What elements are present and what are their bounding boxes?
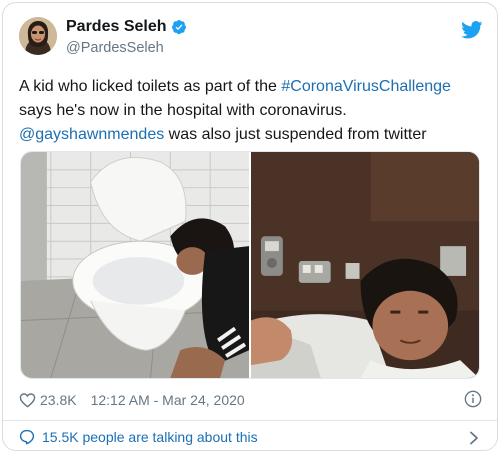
tweet-line-3: @gayshawnmendes was also just suspended … (19, 123, 484, 147)
avatar-image (19, 17, 57, 55)
tweet-header: Pardes Seleh @PardesSeleh (3, 3, 497, 73)
media-photo-hospital[interactable] (251, 152, 479, 378)
tweet-text-segment: A kid who licked toilets as part of the (19, 78, 282, 95)
media-photo-toilet[interactable] (21, 152, 249, 378)
tweet-line-1: A kid who licked toilets as part of the … (19, 75, 484, 99)
tweet-text: A kid who licked toilets as part of the … (19, 75, 484, 147)
mention-link[interactable]: @gayshawnmendes (19, 126, 164, 143)
photo-hospital-image (251, 152, 479, 378)
heart-icon (19, 393, 36, 408)
conversation-link[interactable]: 15.5K people are talking about this (3, 421, 497, 450)
twitter-bird-icon[interactable] (461, 21, 483, 39)
photo-toilet-image (21, 152, 249, 378)
like-count: 23.8K (40, 392, 77, 408)
author-display-name[interactable]: Pardes Seleh (66, 18, 167, 36)
info-icon[interactable] (464, 390, 482, 408)
tweet-meta-row: 23.8K 12:12 AM - Mar 24, 2020 (19, 390, 484, 410)
speech-bubble-icon (19, 429, 35, 444)
chevron-right-icon (470, 431, 478, 445)
verified-badge-icon (171, 20, 186, 35)
tweet-text-segment: was also just suspended from twitter (164, 126, 427, 143)
tweet-timestamp[interactable]: 12:12 AM - Mar 24, 2020 (91, 392, 245, 408)
author-avatar[interactable] (19, 17, 57, 55)
author-name-row: Pardes Seleh (66, 18, 187, 36)
hashtag-link[interactable]: #CoronaVirusChallenge (281, 78, 451, 95)
like-button[interactable]: 23.8K (19, 392, 77, 408)
tweet-embed-card: Pardes Seleh @PardesSeleh A kid who lick… (2, 2, 498, 451)
author-handle[interactable]: @PardesSeleh (66, 40, 164, 56)
conversation-label: 15.5K people are talking about this (42, 428, 258, 445)
tweet-media-grid (20, 151, 480, 379)
tweet-line-2: says he's now in the hospital with coron… (19, 102, 347, 119)
